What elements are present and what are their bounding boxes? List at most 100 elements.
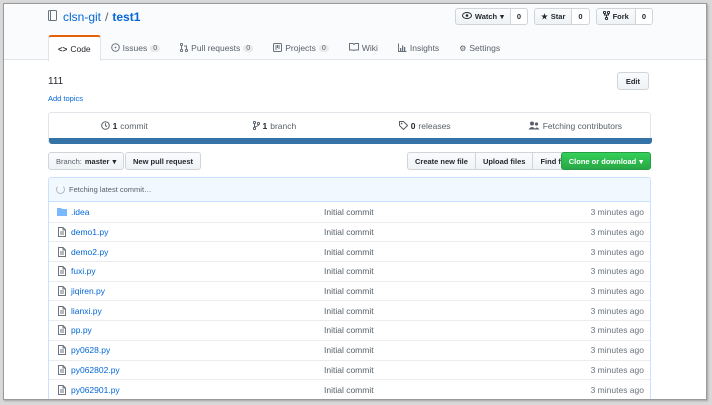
commit-age: 3 minutes ago xyxy=(590,345,644,356)
commit-age: 3 minutes ago xyxy=(590,246,644,257)
star-icon: ★ xyxy=(541,12,548,21)
file-name-link[interactable]: lianxi.py xyxy=(71,306,324,316)
repo-owner-link[interactable]: clsn-git xyxy=(63,10,101,24)
table-row: lianxi.py Initial commit 3 minutes ago xyxy=(49,300,650,320)
spinner-icon xyxy=(56,185,65,194)
commit-message-link[interactable]: Initial commit xyxy=(324,227,524,237)
tab-projects-count: 0 xyxy=(318,44,329,52)
repo-nav-tabs: <> Code Issues 0 Pull requests 0 Project… xyxy=(48,35,510,61)
star-button[interactable]: ★ Star xyxy=(534,8,573,25)
commit-age: 3 minutes ago xyxy=(590,325,644,336)
commit-message-link[interactable]: Initial commit xyxy=(324,345,524,355)
upload-files-button[interactable]: Upload files xyxy=(474,152,534,170)
pull-request-icon xyxy=(180,42,189,54)
tab-settings[interactable]: ⚙ Settings xyxy=(449,35,510,60)
file-icon xyxy=(55,345,68,356)
tag-icon xyxy=(398,120,408,132)
commit-age: 3 minutes ago xyxy=(590,206,644,217)
commits-link[interactable]: 1 commit xyxy=(49,113,199,139)
tab-projects-label: Projects xyxy=(285,43,316,53)
commit-age: 3 minutes ago xyxy=(590,286,644,297)
tab-projects[interactable]: Projects 0 xyxy=(263,35,339,60)
fork-label: Fork xyxy=(612,12,629,21)
commits-label: commit xyxy=(120,121,148,131)
commit-message-link[interactable]: Initial commit xyxy=(324,207,524,217)
releases-link[interactable]: 0 releases xyxy=(350,113,500,139)
branches-link[interactable]: 1 branch xyxy=(199,113,349,139)
tab-insights[interactable]: Insights xyxy=(388,35,449,60)
table-row: jiqiren.py Initial commit 3 minutes ago xyxy=(49,280,650,301)
folder-icon xyxy=(55,207,68,217)
file-name-link[interactable]: py062802.py xyxy=(71,365,324,375)
commit-message-link[interactable]: Initial commit xyxy=(324,385,524,395)
repo-description: 111 xyxy=(48,76,64,87)
file-name-link[interactable]: pp.py xyxy=(71,325,324,335)
tab-pull-requests-count: 0 xyxy=(243,44,254,52)
branch-select-button[interactable]: Branch: master ▾ xyxy=(48,152,125,170)
watch-button[interactable]: Watch ▾ xyxy=(454,8,511,25)
file-name-link[interactable]: .idea xyxy=(71,207,324,217)
contributors-link[interactable]: Fetching contributors xyxy=(500,113,650,139)
star-label: Star xyxy=(550,12,566,21)
gear-icon: ⚙ xyxy=(459,43,467,53)
edit-description-button[interactable]: Edit xyxy=(616,72,649,90)
code-icon: <> xyxy=(58,44,68,54)
file-icon xyxy=(55,266,68,277)
file-navigation: Branch: master ▾ New pull request Create… xyxy=(48,152,651,170)
repo-icon xyxy=(48,10,57,24)
table-row: py062802.py Initial commit 3 minutes ago xyxy=(49,359,650,380)
new-pull-request-button[interactable]: New pull request xyxy=(125,152,202,170)
file-name-link[interactable]: py0628.py xyxy=(71,345,324,355)
fork-icon xyxy=(602,10,610,22)
tab-issues[interactable]: Issues 0 xyxy=(101,35,170,60)
tab-pull-requests-label: Pull requests xyxy=(191,43,241,53)
file-icon xyxy=(55,305,68,316)
file-name-link[interactable]: fuxi.py xyxy=(71,266,324,276)
repo-name-link[interactable]: test1 xyxy=(112,10,140,24)
branches-count: 1 xyxy=(262,121,268,131)
branch-name: master xyxy=(84,156,110,166)
releases-label: releases xyxy=(418,121,451,131)
commit-message-link[interactable]: Initial commit xyxy=(324,306,524,316)
contributors-label: Fetching contributors xyxy=(542,121,623,131)
commit-message-link[interactable]: Initial commit xyxy=(324,365,524,375)
commit-message-link[interactable]: Initial commit xyxy=(324,286,524,296)
branch-icon xyxy=(252,120,260,132)
file-name-link[interactable]: demo1.py xyxy=(71,227,324,237)
pagehead-actions: Watch ▾ 0 ★ Star 0 Fork 0 xyxy=(454,8,653,25)
file-icon xyxy=(55,325,68,336)
table-row: .idea Initial commit 3 minutes ago xyxy=(49,202,650,222)
language-bar[interactable] xyxy=(49,138,652,144)
file-name-link[interactable]: jiqiren.py xyxy=(71,286,324,296)
clone-download-button[interactable]: Clone or download ▾ xyxy=(560,152,651,170)
watch-count[interactable]: 0 xyxy=(510,8,529,25)
history-icon xyxy=(100,120,110,132)
commit-message-link[interactable]: Initial commit xyxy=(324,325,524,335)
eye-icon xyxy=(461,12,472,21)
commit-message-link[interactable]: Initial commit xyxy=(324,247,524,257)
file-name-link[interactable]: py062901.py xyxy=(71,385,324,395)
repo-title: clsn-git / test1 xyxy=(48,10,140,24)
tab-settings-label: Settings xyxy=(469,43,501,53)
file-icon xyxy=(55,364,68,375)
issue-icon xyxy=(110,42,120,54)
commit-message-link[interactable]: Initial commit xyxy=(324,266,524,276)
tab-pull-requests[interactable]: Pull requests 0 xyxy=(170,35,263,60)
file-name-link[interactable]: demo2.py xyxy=(71,247,324,257)
table-row: demo1.py Initial commit 3 minutes ago xyxy=(49,221,650,242)
star-count[interactable]: 0 xyxy=(572,8,590,25)
tab-code[interactable]: <> Code xyxy=(48,35,101,61)
project-icon xyxy=(273,42,283,54)
create-new-file-button[interactable]: Create new file xyxy=(407,152,476,170)
tab-wiki-label: Wiki xyxy=(361,43,378,53)
fork-count[interactable]: 0 xyxy=(635,8,653,25)
tab-wiki[interactable]: Wiki xyxy=(339,35,388,60)
releases-count: 0 xyxy=(410,121,416,131)
tab-issues-count: 0 xyxy=(150,44,161,52)
fork-button[interactable]: Fork xyxy=(595,8,636,25)
commit-age: 3 minutes ago xyxy=(590,384,644,395)
table-row: py0628.py Initial commit 3 minutes ago xyxy=(49,339,650,360)
chevron-down-icon: ▾ xyxy=(500,12,504,21)
add-topics-link[interactable]: Add topics xyxy=(48,94,83,103)
commit-age: 3 minutes ago xyxy=(590,266,644,277)
